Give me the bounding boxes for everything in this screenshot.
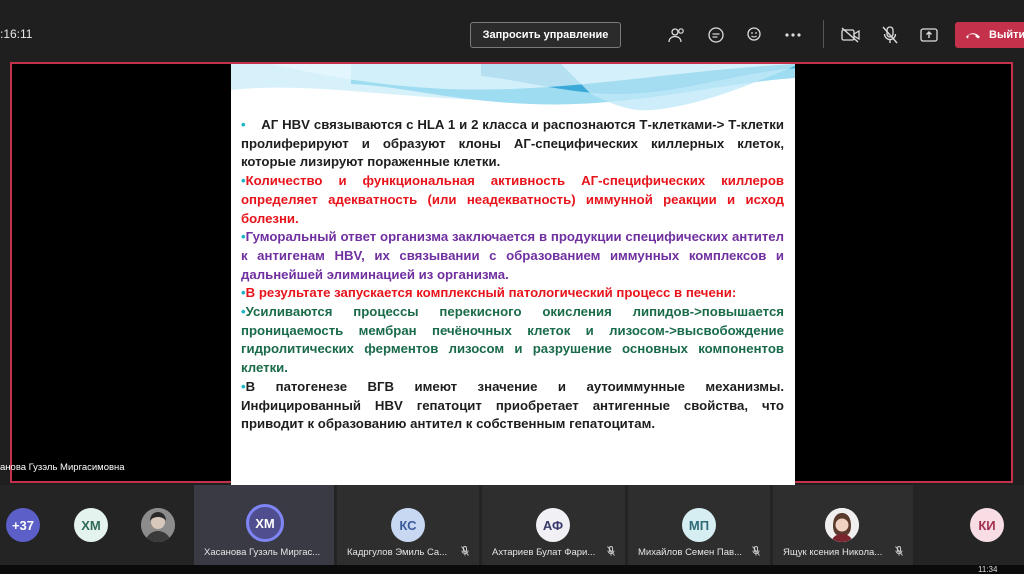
presenter-name-label: анова Гузэль Миргасимовна <box>0 462 125 473</box>
more-participants-count: +37 <box>6 508 40 542</box>
participant-avatar: КИ <box>970 508 1004 542</box>
mic-muted-icon <box>895 546 903 559</box>
slide-paragraph: •В результате запускается комплексный па… <box>241 285 737 301</box>
participant-avatar: ХМ <box>74 508 108 542</box>
participant-name: Хасанова Гузэль Миргас... <box>204 547 321 558</box>
slide-paragraph: •Гуморальный ответ организма заключается… <box>241 229 784 282</box>
participant-photo <box>141 508 175 542</box>
participant-name: Кадргулов Эмиль Са... <box>347 547 448 558</box>
more-participants-tile[interactable]: +37 <box>0 485 48 565</box>
slide-paragraph: •В патогенезе ВГВ имеют значение и аутои… <box>241 378 784 432</box>
chat-icon[interactable] <box>705 24 727 46</box>
participant-name: Ящук ксения Никола... <box>783 547 883 558</box>
participant-name: Ахтариев Булат Фари... <box>492 547 596 558</box>
slide-paragraph: • АГ HBV связываются с HLA 1 и 2 класса … <box>241 117 784 170</box>
hang-up-icon <box>966 33 980 39</box>
participant-avatar: ХМ <box>246 504 284 542</box>
participant-tile[interactable] <box>124 485 192 565</box>
request-control-button[interactable]: Запросить управление <box>470 22 621 48</box>
leave-button[interactable]: Выйти <box>955 22 1024 48</box>
taskbar-clock: 11:34 <box>978 565 998 574</box>
meeting-toolbar: :16:11 Запросить управление Выйти <box>0 0 1024 58</box>
participant-avatar: АФ <box>536 508 570 542</box>
participant-tile[interactable]: ХМ <box>50 485 122 565</box>
participant-name: Михайлов Семен Пав... <box>638 547 742 558</box>
toolbar-divider <box>823 20 824 48</box>
participant-tile[interactable]: КС Кадргулов Эмиль Са... <box>337 485 479 565</box>
os-taskbar <box>0 565 1024 574</box>
slide-paragraph: •Усиливаются процессы перекисного окисле… <box>241 304 784 376</box>
camera-off-icon[interactable] <box>840 24 862 46</box>
shared-content-stage: • АГ HBV связываются с HLA 1 и 2 класса … <box>10 62 1013 485</box>
microphone-off-icon[interactable] <box>879 24 901 46</box>
participant-tile[interactable]: КИ <box>916 485 1024 565</box>
leave-label: Выйти <box>989 29 1024 41</box>
participant-tile[interactable]: АФ Ахтариев Булат Фари... <box>482 485 625 565</box>
participant-avatar: КС <box>391 508 425 542</box>
participant-tile-active-speaker[interactable]: ХМ Хасанова Гузэль Миргас... <box>194 485 334 565</box>
meeting-timer: :16:11 <box>0 27 33 41</box>
mic-muted-icon <box>752 546 760 559</box>
slide-body-text: • АГ HBV связываются с HLA 1 и 2 класса … <box>241 116 784 434</box>
mic-muted-icon <box>607 546 615 559</box>
share-screen-icon[interactable] <box>918 24 940 46</box>
participant-tile[interactable]: Ящук ксения Никола... <box>773 485 913 565</box>
reactions-icon[interactable] <box>744 24 766 46</box>
participant-avatar: МП <box>682 508 716 542</box>
mic-muted-icon <box>461 546 469 559</box>
participant-tile[interactable]: МП Михайлов Семен Пав... <box>628 485 770 565</box>
slide-paragraph: •Количество и функциональная активность … <box>241 173 784 226</box>
participant-photo <box>825 508 859 542</box>
participant-strip: +37 ХМ ХМ Хасанова Гузэль Миргас... КС К… <box>0 485 1024 565</box>
more-options-icon[interactable] <box>782 24 804 46</box>
slide-header-decoration <box>231 64 795 124</box>
participants-icon[interactable] <box>666 24 688 46</box>
presentation-slide: • АГ HBV связываются с HLA 1 и 2 класса … <box>231 64 795 485</box>
